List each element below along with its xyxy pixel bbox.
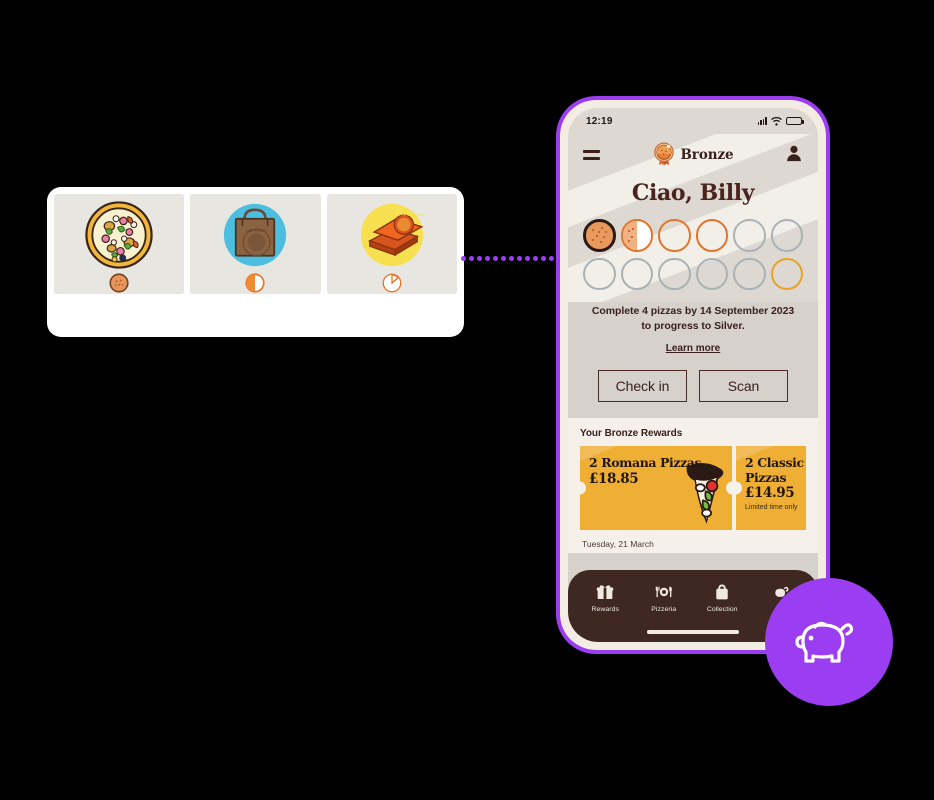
status-bar: 12:19 xyxy=(568,108,818,134)
home-indicator xyxy=(647,630,739,634)
feed-date-label: Tuesday, 21 March xyxy=(582,539,654,549)
nav-label: Pizzeria xyxy=(651,606,677,613)
connector-dot xyxy=(501,255,506,261)
app-header: Bronze Ciao, Billy xyxy=(568,134,818,302)
nav-label: Collection xyxy=(706,606,738,613)
stamp-collection-grid xyxy=(568,219,818,302)
phone-bezel: 12:19 Bronze Ciao, Billy Complete 4 pizz… xyxy=(560,100,826,650)
earning-methods-panel: Pizzeria Earn 1 Pizza Stamp every time y… xyxy=(47,187,464,337)
full-pizza-stamp-icon xyxy=(109,273,129,293)
screenshot-canvas: Pizzeria Earn 1 Pizza Stamp every time y… xyxy=(0,0,934,800)
stamp-1-full[interactable] xyxy=(583,219,616,252)
wifi-icon xyxy=(771,116,782,126)
nav-item-collection[interactable]: Collection xyxy=(693,583,752,613)
connector-dot xyxy=(509,255,514,261)
svg-text:ESPRESSO: ESPRESSO xyxy=(247,229,267,233)
reward-price: £18.85 xyxy=(589,470,639,487)
cellular-signal-icon xyxy=(757,117,767,125)
stamp-4-empty[interactable] xyxy=(695,219,728,252)
battery-icon xyxy=(786,117,804,125)
stamp-7-empty[interactable] xyxy=(583,257,616,290)
stamp-8-empty[interactable] xyxy=(620,257,653,290)
supermarket-artwork: FOR EVERYONE xyxy=(327,198,457,294)
gift-icon xyxy=(597,585,614,599)
connector-dot xyxy=(477,255,482,261)
pizza-illustration xyxy=(82,198,156,272)
slice-stamp-icon xyxy=(382,273,402,293)
stamp-10-empty[interactable] xyxy=(695,257,728,290)
shopping-bag-icon xyxy=(716,584,728,600)
cutlery-plate-icon xyxy=(655,586,672,598)
dotted-connector-line xyxy=(461,255,557,261)
learn-more-link[interactable]: Learn more xyxy=(666,343,720,354)
check-in-button[interactable]: Check in xyxy=(598,370,687,402)
nav-label: Rewards xyxy=(591,606,620,613)
reward-price: £14.95 xyxy=(745,485,795,501)
rewards-section: Your Bronze Rewards 2 Romana Pizzas £18.… xyxy=(568,418,818,553)
connector-dot xyxy=(517,255,522,261)
ticket-notch-left xyxy=(580,481,586,495)
reward-card-romana[interactable]: 2 Romana Pizzas £18.85 xyxy=(580,446,732,530)
connector-dot xyxy=(469,255,474,261)
stamp-3-empty[interactable] xyxy=(658,219,691,252)
scan-button[interactable]: Scan xyxy=(699,370,788,402)
status-time: 12:19 xyxy=(586,115,613,127)
stamp-11-empty[interactable] xyxy=(733,257,766,290)
tier-label: Bronze xyxy=(680,147,734,163)
user-profile-icon[interactable] xyxy=(785,144,803,167)
nav-item-rewards[interactable]: Rewards xyxy=(576,583,635,613)
greeting-heading: Ciao, Billy xyxy=(631,180,755,206)
phone-screen: 12:19 Bronze Ciao, Billy Complete 4 pizz… xyxy=(568,108,818,642)
pizzeria-artwork xyxy=(54,198,184,294)
earning-card-supermarket[interactable]: FOR EVERYONE Supermarket Find and scan t… xyxy=(326,194,457,294)
phone-mockup: 12:19 Bronze Ciao, Billy Complete 4 pizz… xyxy=(556,96,830,654)
nav-item-pizzeria[interactable]: Pizzeria xyxy=(635,583,694,613)
rewards-section-title: Your Bronze Rewards xyxy=(580,428,683,439)
connector-dot xyxy=(533,255,538,261)
stamp-9-empty[interactable] xyxy=(658,257,691,290)
action-buttons-row: Check in Scan xyxy=(586,356,800,418)
delivery-bag-illustration: ESPRESSO xyxy=(218,198,292,272)
connector-dot xyxy=(549,255,554,261)
svg-text:FOR EVERYONE: FOR EVERYONE xyxy=(399,213,426,217)
stamp-5-empty[interactable] xyxy=(733,219,766,252)
delivery-artwork: ESPRESSO xyxy=(190,198,320,294)
supermarket-pizza-box-illustration: FOR EVERYONE xyxy=(355,198,429,272)
stamp-12-empty[interactable] xyxy=(770,257,803,290)
status-indicators xyxy=(757,116,804,126)
half-pizza-stamp-icon xyxy=(245,273,266,293)
reward-note: Limited time only xyxy=(745,504,798,511)
connector-dot xyxy=(525,255,530,261)
connector-dot xyxy=(541,255,546,261)
connector-dot xyxy=(461,255,466,261)
connector-dot xyxy=(485,255,490,261)
bronze-medal-icon xyxy=(653,142,675,168)
ticket-notch-left xyxy=(736,481,742,495)
progress-message: Complete 4 pizzas by 14 September 2023 t… xyxy=(591,305,795,332)
reward-card-classic[interactable]: 2 Classic Pizzas £14.95 Limited time onl… xyxy=(736,446,806,530)
tier-indicator: Bronze xyxy=(568,142,818,168)
stamp-6-empty[interactable] xyxy=(770,219,803,252)
piggy-bank-badge[interactable] xyxy=(765,578,893,706)
earning-card-pizzeria[interactable]: Pizzeria Earn 1 Pizza Stamp every time y… xyxy=(54,194,185,294)
connector-dot xyxy=(493,255,498,261)
reward-name: 2 Romana Pizzas xyxy=(589,455,702,470)
rewards-carousel[interactable]: 2 Romana Pizzas £18.85 2 Classic Pizzas … xyxy=(580,446,806,530)
hamburger-menu-icon[interactable] xyxy=(583,149,600,161)
reward-name: 2 Classic Pizzas xyxy=(745,455,804,485)
piggy-bank-icon xyxy=(795,621,854,663)
tier-progress-block: Complete 4 pizzas by 14 September 2023 t… xyxy=(568,302,818,418)
stamp-2-half[interactable] xyxy=(620,219,653,252)
earning-card-delivery-collection[interactable]: ESPRESSO Delivery & Collection Find and … xyxy=(190,194,321,294)
app-bar: Bronze xyxy=(568,134,818,176)
